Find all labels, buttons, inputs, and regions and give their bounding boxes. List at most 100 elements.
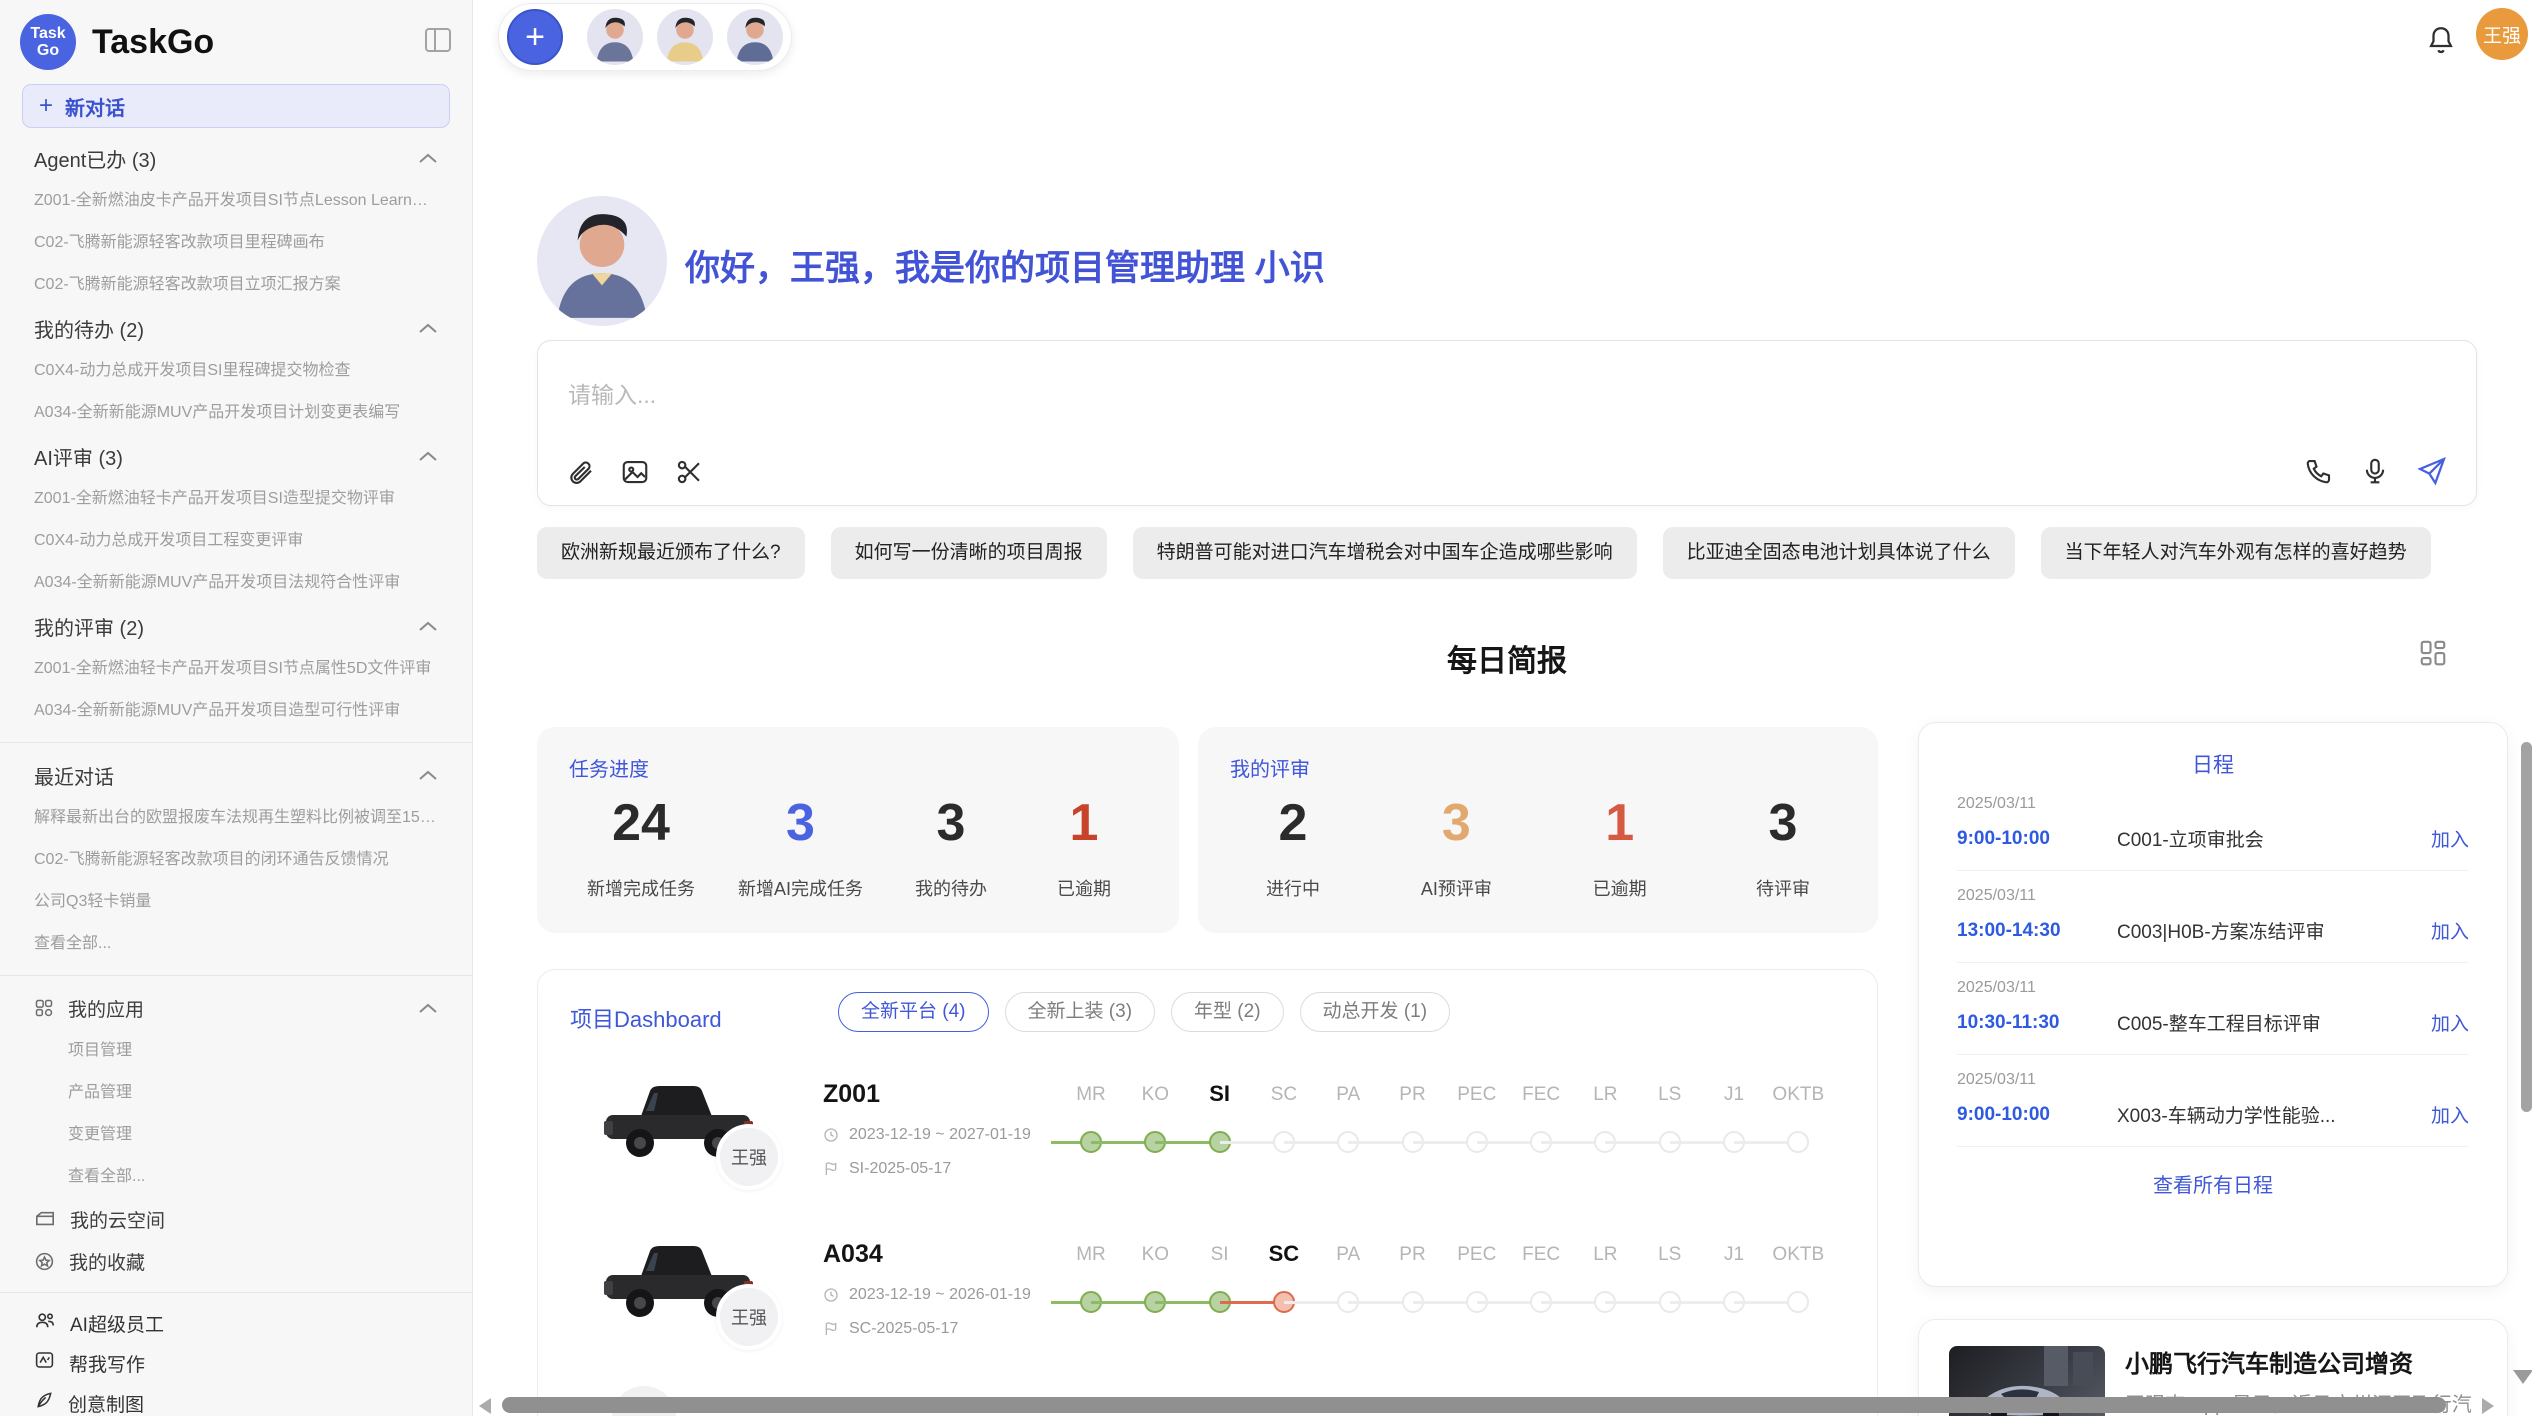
sidebar-section-header[interactable]: Agent已办 (3) [34,136,438,180]
suggestion-chip[interactable]: 比亚迪全固态电池计划具体说了什么 [1663,527,2015,579]
sidebar-apps-title-row: 我的应用 [34,987,144,1029]
sidebar-task-item[interactable]: Z001-全新燃油轻卡产品开发项目SI节点属性5D文件评审 [34,648,438,690]
recent-conversation-item[interactable]: 公司Q3轻卡销量 [34,881,438,923]
microphone-icon[interactable] [2360,456,2390,486]
collapse-sidebar-icon[interactable] [424,27,452,58]
hscroll-right-arrow[interactable] [2482,1398,2494,1414]
chevron-up-icon[interactable] [418,147,438,170]
chevron-up-icon[interactable] [418,317,438,340]
voice-call-icon[interactable] [2304,456,2334,486]
suggestion-chip[interactable]: 如何写一份清晰的项目周报 [831,527,1107,579]
sidebar-task-item[interactable]: Z001-全新燃油轻卡产品开发项目SI造型提交物评审 [34,478,438,520]
suggestion-chip[interactable]: 欧洲新规最近颁布了什么? [537,527,805,579]
attachment-icon[interactable] [566,457,596,487]
sidebar-tool-label: 创意制图 [68,1390,144,1416]
assistant-avatar-3[interactable] [727,9,783,65]
stat-label: 待评审 [1756,875,1810,901]
stat-column: 24新增完成任务 [587,797,695,901]
milestone-timeline: MRKOSISCPAPRPECFECLRLSJ1OKTB [1051,1220,1851,1350]
suggestion-chip[interactable]: 当下年轻人对汽车外观有怎样的喜好趋势 [2041,527,2431,579]
horizontal-scrollbar[interactable] [502,1397,2446,1413]
sidebar-link-favorites[interactable]: 我的收藏 [34,1240,438,1282]
recent-conversation-item[interactable]: 解释最新出台的欧盟报废车法规再生塑料比例被调至15%... [34,797,438,839]
sidebar-tool-label: AI超级员工 [70,1310,164,1337]
project-dashboard-title: 项目Dashboard [570,1002,722,1034]
project-card[interactable]: 王强A0342023-12-19 ~ 2026-01-19SC-2025-05-… [538,1220,1877,1380]
vertical-scrollbar[interactable] [2521,742,2532,1112]
sidebar-section-title: 我的评审 (2) [34,612,144,641]
vscroll-down-arrow[interactable] [2513,1370,2532,1384]
assistant-avatar-2[interactable] [657,9,713,65]
app-menu-item[interactable]: 产品管理 [34,1072,438,1114]
event-name: C005-整车工程目标评审 [2117,1009,2321,1036]
sidebar-task-item[interactable]: A034-全新新能源MUV产品开发项目造型可行性评审 [34,690,438,732]
event-row: 9:00-10:00C001-立项审批会加入 [1957,825,2469,852]
project-card[interactable]: 王强Z0012023-12-19 ~ 2027-01-19SI-2025-05-… [538,1060,1877,1220]
dashboard-tab[interactable]: 年型 (2) [1171,992,1284,1032]
app-menu-item[interactable]: 项目管理 [34,1030,438,1072]
event-time: 13:00-14:30 [1957,920,2117,942]
sidebar-task-item[interactable]: C02-飞腾新能源轻客改款项目里程碑画布 [34,222,438,264]
dashboard-tab[interactable]: 全新平台 (4) [838,992,989,1032]
event-date: 2025/03/11 [1957,1071,2469,1089]
sidebar-task-item[interactable]: A034-全新新能源MUV产品开发项目计划变更表编写 [34,392,438,434]
sidebar-tool-drawing[interactable]: 创意制图 [34,1383,438,1416]
sidebar-section-header[interactable]: 我的评审 (2) [34,604,438,648]
sidebar-task-sections: Agent已办 (3)Z001-全新燃油皮卡产品开发项目SI节点Lesson L… [34,136,438,732]
sidebar-tool-ai-staff[interactable]: AI超级员工 [34,1303,438,1343]
send-icon[interactable] [2416,455,2448,487]
recent-conversation-item[interactable]: C02-飞腾新能源轻客改款项目的闭环通告反馈情况 [34,839,438,881]
image-upload-icon[interactable] [620,457,650,487]
chevron-up-icon[interactable] [418,997,438,1020]
sidebar-apps-section: 我的应用项目管理产品管理变更管理查看全部...我的云空间我的收藏 [34,986,438,1282]
sidebar-apps-title: 我的应用 [68,995,144,1022]
stat-column: 3我的待办 [906,797,996,901]
new-chat-button[interactable]: + 新对话 [22,84,450,128]
stat-value: 1 [1070,797,1099,849]
task-progress-stats: 24新增完成任务3新增AI完成任务3我的待办1已逾期 [587,797,1129,901]
sidebar-recent-header[interactable]: 最近对话 [34,753,438,797]
dashboard-tab[interactable]: 动总开发 (1) [1300,992,1451,1032]
layout-grid-icon[interactable] [2418,638,2448,673]
add-assistant-button[interactable]: + [507,9,563,65]
chevron-up-icon[interactable] [418,615,438,638]
assistant-switcher: + [498,3,792,71]
schedule-event: 2025/03/1113:00-14:30C003|H0B-方案冻结评审加入 [1957,871,2469,963]
sidebar-apps-header[interactable]: 我的应用 [34,986,438,1030]
event-date: 2025/03/11 [1957,887,2469,905]
join-button[interactable]: 加入 [2431,917,2469,944]
chat-input[interactable] [566,381,2166,410]
hscroll-left-arrow[interactable] [479,1398,491,1414]
schedule-event: 2025/03/119:00-10:00X003-车辆动力学性能验...加入 [1957,1055,2469,1147]
suggestion-chip[interactable]: 特朗普可能对进口汽车增税会对中国车企造成哪些影响 [1133,527,1637,579]
sidebar-task-item[interactable]: C02-飞腾新能源轻客改款项目立项汇报方案 [34,264,438,306]
sidebar-tool-writing[interactable]: 帮我写作 [34,1343,438,1383]
sidebar-task-item[interactable]: C0X4-动力总成开发项目SI里程碑提交物检查 [34,350,438,392]
sidebar-section-header[interactable]: 我的待办 (2) [34,306,438,350]
join-button[interactable]: 加入 [2431,825,2469,852]
view-all-schedule-link[interactable]: 查看所有日程 [1957,1169,2469,1198]
recent-conversation-item[interactable]: 查看全部... [34,923,438,965]
join-button[interactable]: 加入 [2431,1101,2469,1128]
user-avatar[interactable]: 王强 [2476,8,2528,60]
chevron-up-icon[interactable] [418,445,438,468]
chevron-up-icon[interactable] [418,764,438,787]
project-date-text: 2023-12-19 ~ 2027-01-19 [849,1126,1031,1144]
scissors-icon[interactable] [674,457,704,487]
schedule-event: 2025/03/1110:30-11:30C005-整车工程目标评审加入 [1957,963,2469,1055]
task-progress-card: 任务进度 24新增完成任务3新增AI完成任务3我的待办1已逾期 [537,727,1179,933]
notifications-bell-icon[interactable] [2424,24,2458,58]
sidebar-section-header[interactable]: AI评审 (3) [34,434,438,478]
stat-value: 1 [1605,797,1634,849]
milestone-label: OKTB [1756,1244,1840,1266]
event-row: 10:30-11:30C005-整车工程目标评审加入 [1957,1009,2469,1036]
join-button[interactable]: 加入 [2431,1009,2469,1036]
app-menu-item[interactable]: 查看全部... [34,1156,438,1198]
sidebar-link-cloud-space[interactable]: 我的云空间 [34,1198,438,1240]
app-menu-item[interactable]: 变更管理 [34,1114,438,1156]
dashboard-tab[interactable]: 全新上装 (3) [1005,992,1156,1032]
sidebar-task-item[interactable]: A034-全新新能源MUV产品开发项目法规符合性评审 [34,562,438,604]
sidebar-task-item[interactable]: Z001-全新燃油皮卡产品开发项目SI节点Lesson Learn报告 [34,180,438,222]
assistant-avatar-1[interactable] [587,9,643,65]
sidebar-task-item[interactable]: C0X4-动力总成开发项目工程变更评审 [34,520,438,562]
